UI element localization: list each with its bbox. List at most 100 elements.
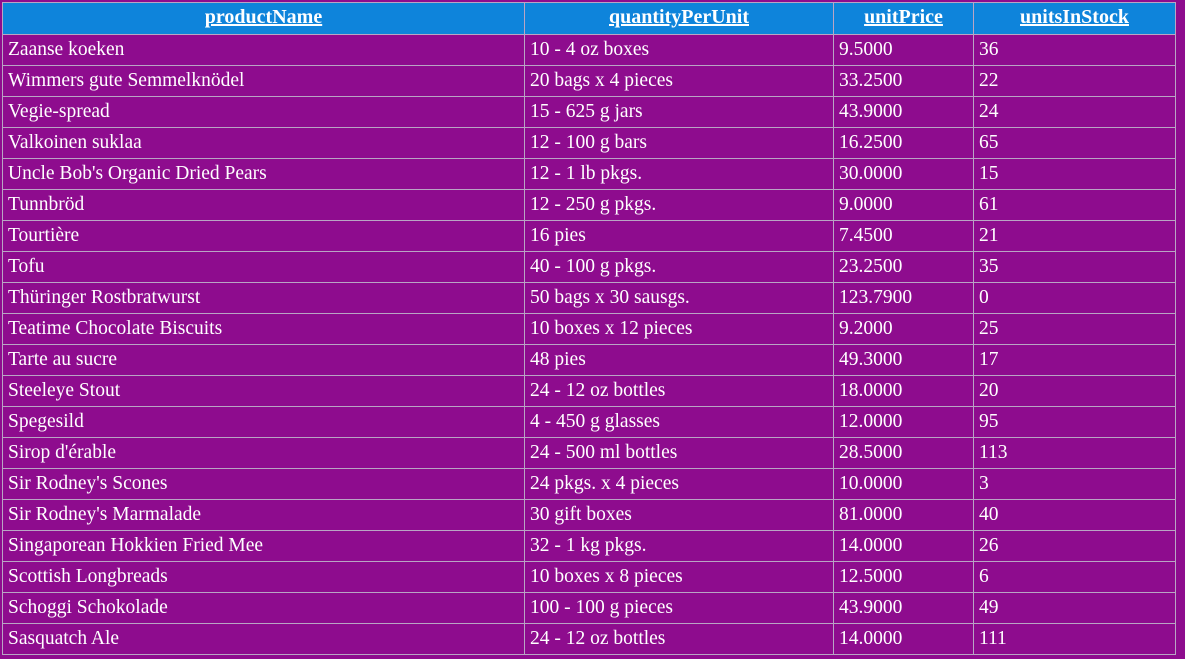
- cell-unitsinstock: 25: [973, 313, 1176, 345]
- cell-unitsinstock: 113: [973, 437, 1176, 469]
- products-table: productName quantityPerUnit unitPrice un…: [2, 2, 1176, 655]
- cell-unitprice: 43.9000: [833, 592, 974, 624]
- cell-unitsinstock: 40: [973, 499, 1176, 531]
- cell-productname: Schoggi Schokolade: [2, 592, 525, 624]
- cell-unitsinstock: 0: [973, 282, 1176, 314]
- cell-unitsinstock: 49: [973, 592, 1176, 624]
- cell-quantityperunit: 4 - 450 g glasses: [524, 406, 834, 438]
- cell-quantityperunit: 50 bags x 30 sausgs.: [524, 282, 834, 314]
- cell-productname: Tunnbröd: [2, 189, 525, 221]
- cell-unitsinstock: 22: [973, 65, 1176, 97]
- cell-quantityperunit: 48 pies: [524, 344, 834, 376]
- cell-productname: Valkoinen suklaa: [2, 127, 525, 159]
- cell-quantityperunit: 12 - 100 g bars: [524, 127, 834, 159]
- table-row[interactable]: Singaporean Hokkien Fried Mee 32 - 1 kg p…: [2, 530, 1176, 562]
- cell-unitsinstock: 6: [973, 561, 1176, 593]
- cell-unitprice: 49.3000: [833, 344, 974, 376]
- cell-unitprice: 18.0000: [833, 375, 974, 407]
- table-row[interactable]: Tarte au sucre 48 pies 49.3000 17: [2, 344, 1176, 376]
- cell-quantityperunit: 12 - 250 g pkgs.: [524, 189, 834, 221]
- cell-unitprice: 28.5000: [833, 437, 974, 469]
- cell-unitprice: 23.2500: [833, 251, 974, 283]
- column-header-unitprice[interactable]: unitPrice: [833, 2, 974, 35]
- cell-unitsinstock: 111: [973, 623, 1176, 655]
- cell-quantityperunit: 16 pies: [524, 220, 834, 252]
- cell-quantityperunit: 12 - 1 lb pkgs.: [524, 158, 834, 190]
- cell-unitsinstock: 15: [973, 158, 1176, 190]
- cell-productname: Sir Rodney's Marmalade: [2, 499, 525, 531]
- cell-unitsinstock: 20: [973, 375, 1176, 407]
- cell-productname: Singaporean Hokkien Fried Mee: [2, 530, 525, 562]
- cell-quantityperunit: 32 - 1 kg pkgs.: [524, 530, 834, 562]
- table-header-row: productName quantityPerUnit unitPrice un…: [2, 2, 1176, 35]
- table-row[interactable]: Sir Rodney's Scones 24 pkgs. x 4 pieces 10…: [2, 468, 1176, 500]
- cell-quantityperunit: 20 bags x 4 pieces: [524, 65, 834, 97]
- cell-quantityperunit: 24 - 12 oz bottles: [524, 375, 834, 407]
- cell-unitprice: 12.5000: [833, 561, 974, 593]
- table-row[interactable]: Zaanse koeken 10 - 4 oz boxes 9.5000 36: [2, 34, 1176, 66]
- table-row[interactable]: Scottish Longbreads 10 boxes x 8 pieces 12…: [2, 561, 1176, 593]
- table-row[interactable]: Sasquatch Ale 24 - 12 oz bottles 14.0000 11…: [2, 623, 1176, 655]
- cell-productname: Zaanse koeken: [2, 34, 525, 66]
- cell-unitprice: 9.2000: [833, 313, 974, 345]
- table-row[interactable]: Schoggi Schokolade 100 - 100 g pieces 43.9…: [2, 592, 1176, 624]
- column-header-unitsinstock[interactable]: unitsInStock: [973, 2, 1176, 35]
- cell-unitsinstock: 17: [973, 344, 1176, 376]
- table-row[interactable]: Tunnbröd 12 - 250 g pkgs. 9.0000 61: [2, 189, 1176, 221]
- cell-productname: Tourtière: [2, 220, 525, 252]
- table-row[interactable]: Sirop d'érable 24 - 500 ml bottles 28.5000…: [2, 437, 1176, 469]
- cell-unitsinstock: 21: [973, 220, 1176, 252]
- cell-productname: Uncle Bob's Organic Dried Pears: [2, 158, 525, 190]
- cell-unitprice: 9.0000: [833, 189, 974, 221]
- cell-productname: Wimmers gute Semmelknödel: [2, 65, 525, 97]
- cell-unitprice: 30.0000: [833, 158, 974, 190]
- cell-productname: Scottish Longbreads: [2, 561, 525, 593]
- cell-quantityperunit: 10 boxes x 12 pieces: [524, 313, 834, 345]
- cell-quantityperunit: 30 gift boxes: [524, 499, 834, 531]
- table-row[interactable]: Spegesild 4 - 450 g glasses 12.0000 95: [2, 406, 1176, 438]
- table-row[interactable]: Valkoinen suklaa 12 - 100 g bars 16.2500 65: [2, 127, 1176, 159]
- cell-quantityperunit: 40 - 100 g pkgs.: [524, 251, 834, 283]
- cell-quantityperunit: 10 - 4 oz boxes: [524, 34, 834, 66]
- cell-unitprice: 43.9000: [833, 96, 974, 128]
- cell-unitsinstock: 3: [973, 468, 1176, 500]
- cell-unitsinstock: 36: [973, 34, 1176, 66]
- table-row[interactable]: Wimmers gute Semmelknödel 20 bags x 4 pie…: [2, 65, 1176, 97]
- cell-productname: Sir Rodney's Scones: [2, 468, 525, 500]
- column-header-productname[interactable]: productName: [2, 2, 525, 35]
- table-row[interactable]: Uncle Bob's Organic Dried Pears 12 - 1 lb…: [2, 158, 1176, 190]
- cell-unitsinstock: 61: [973, 189, 1176, 221]
- cell-unitprice: 16.2500: [833, 127, 974, 159]
- cell-unitsinstock: 35: [973, 251, 1176, 283]
- table-row[interactable]: Thüringer Rostbratwurst 50 bags x 30 saus…: [2, 282, 1176, 314]
- cell-productname: Sasquatch Ale: [2, 623, 525, 655]
- cell-unitprice: 14.0000: [833, 530, 974, 562]
- cell-unitprice: 12.0000: [833, 406, 974, 438]
- cell-productname: Thüringer Rostbratwurst: [2, 282, 525, 314]
- table-row[interactable]: Teatime Chocolate Biscuits 10 boxes x 12 …: [2, 313, 1176, 345]
- cell-productname: Teatime Chocolate Biscuits: [2, 313, 525, 345]
- table-row[interactable]: Tourtière 16 pies 7.4500 21: [2, 220, 1176, 252]
- cell-quantityperunit: 24 - 500 ml bottles: [524, 437, 834, 469]
- results-table-container: productName quantityPerUnit unitPrice un…: [0, 0, 1185, 655]
- table-body: Zaanse koeken 10 - 4 oz boxes 9.5000 36 Wimm…: [2, 34, 1176, 655]
- table-row[interactable]: Sir Rodney's Marmalade 30 gift boxes 81.00…: [2, 499, 1176, 531]
- table-row[interactable]: Steeleye Stout 24 - 12 oz bottles 18.0000 2…: [2, 375, 1176, 407]
- cell-productname: Tofu: [2, 251, 525, 283]
- table-row[interactable]: Vegie-spread 15 - 625 g jars 43.9000 24: [2, 96, 1176, 128]
- cell-productname: Tarte au sucre: [2, 344, 525, 376]
- column-header-quantityperunit[interactable]: quantityPerUnit: [524, 2, 834, 35]
- cell-quantityperunit: 15 - 625 g jars: [524, 96, 834, 128]
- cell-unitsinstock: 24: [973, 96, 1176, 128]
- cell-unitsinstock: 95: [973, 406, 1176, 438]
- cell-unitsinstock: 26: [973, 530, 1176, 562]
- table-row[interactable]: Tofu 40 - 100 g pkgs. 23.2500 35: [2, 251, 1176, 283]
- cell-unitprice: 33.2500: [833, 65, 974, 97]
- cell-unitprice: 14.0000: [833, 623, 974, 655]
- table-header: productName quantityPerUnit unitPrice un…: [2, 2, 1176, 35]
- cell-productname: Sirop d'érable: [2, 437, 525, 469]
- cell-unitprice: 123.7900: [833, 282, 974, 314]
- cell-quantityperunit: 24 pkgs. x 4 pieces: [524, 468, 834, 500]
- cell-quantityperunit: 24 - 12 oz bottles: [524, 623, 834, 655]
- cell-unitprice: 9.5000: [833, 34, 974, 66]
